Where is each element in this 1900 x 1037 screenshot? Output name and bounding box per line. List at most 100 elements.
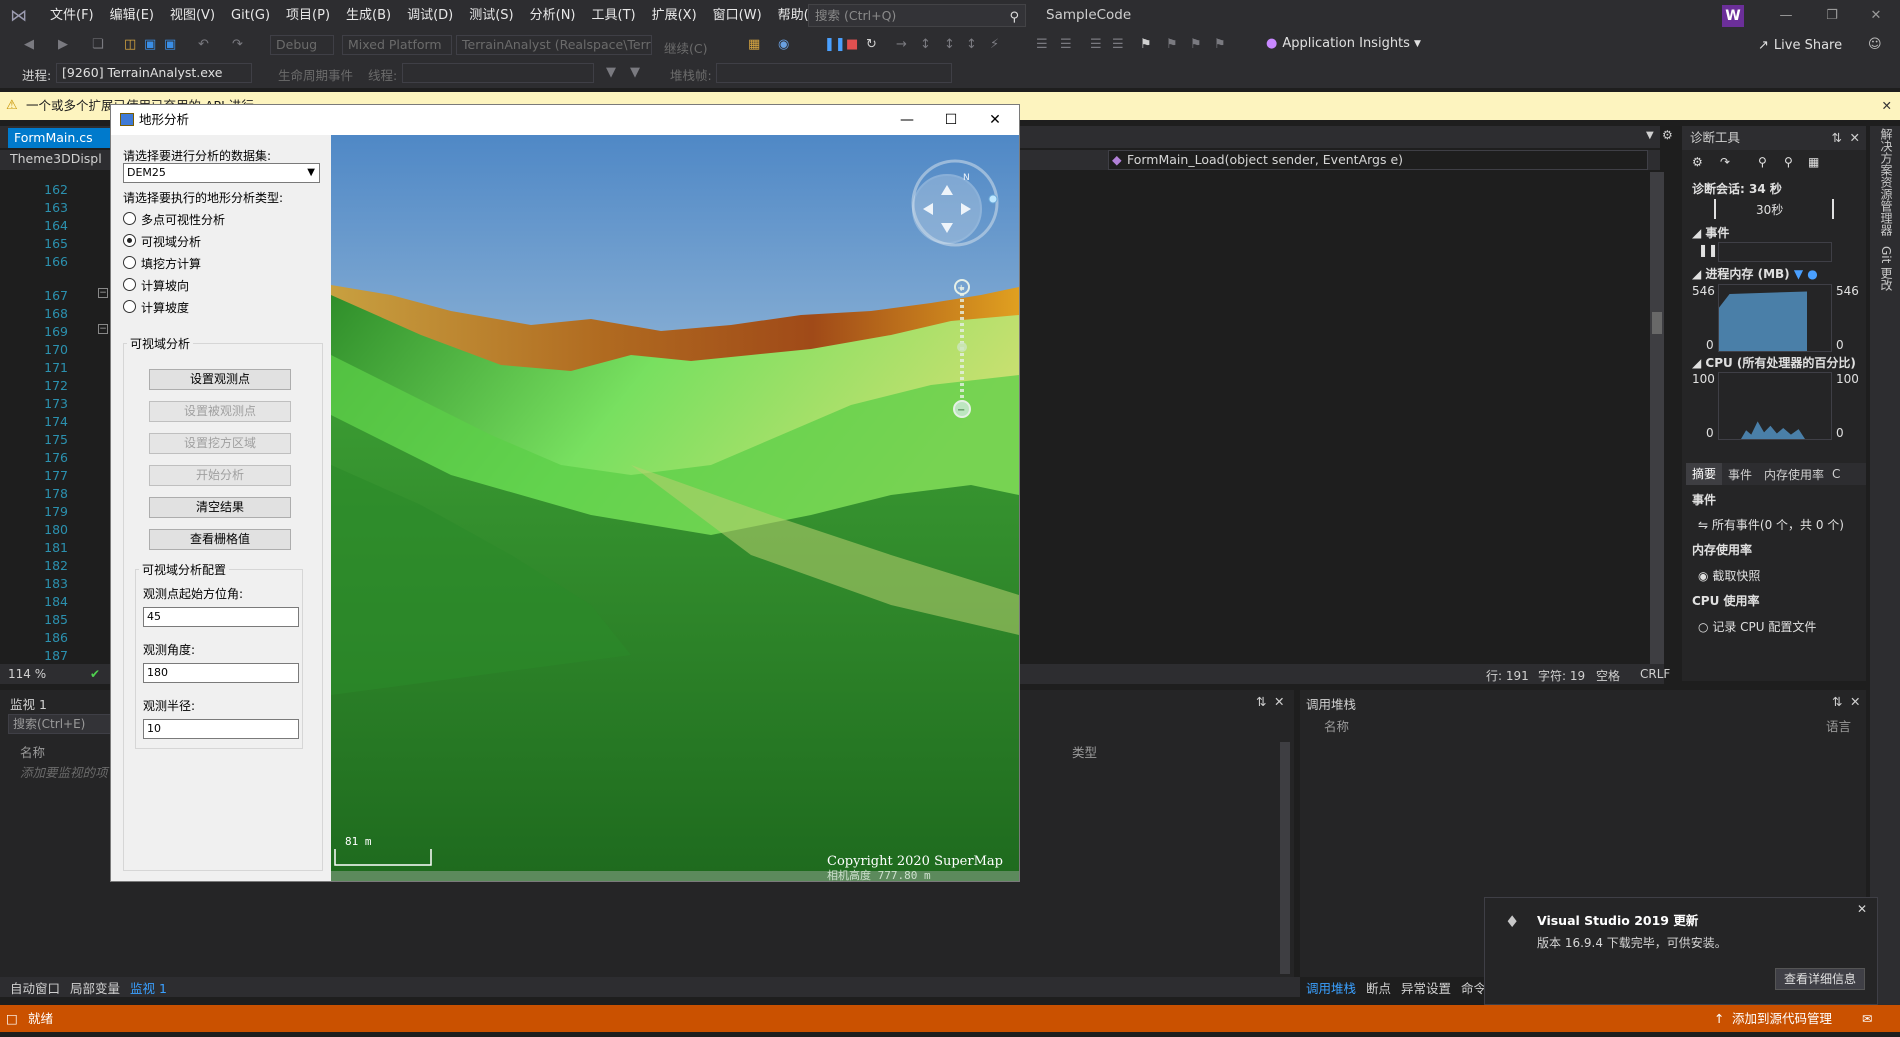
pin-icon[interactable]: ⇅ [1832, 694, 1842, 709]
menu-file[interactable]: 文件(F) [42, 0, 102, 31]
set-cut-region-button[interactable]: 设置挖方区域 [149, 433, 291, 454]
clear-results-button[interactable]: 清空结果 [149, 497, 291, 518]
gear-icon[interactable]: ⚙ [1662, 128, 1673, 142]
export-icon[interactable]: ↷ [1720, 155, 1730, 169]
stop-icon[interactable]: ■ [846, 37, 858, 52]
tab-exception-settings[interactable]: 异常设置 [1401, 978, 1451, 997]
thread-select[interactable] [402, 63, 594, 83]
menu-tools[interactable]: 工具(T) [584, 0, 644, 31]
source-control-button[interactable]: 添加到源代码管理 [1732, 1005, 1832, 1032]
angle-input[interactable]: 180 [143, 663, 299, 683]
menu-edit[interactable]: 编辑(E) [102, 0, 162, 31]
pause-icon[interactable]: ❚❚ [824, 37, 846, 52]
save-icon[interactable]: ▣ [144, 37, 156, 52]
azimuth-input[interactable]: 45 [143, 607, 299, 627]
close-icon[interactable]: ✕ [973, 105, 1017, 135]
zoom-level[interactable]: 114 % [8, 667, 46, 681]
dataset-select[interactable]: DEM25 ▼ [123, 163, 320, 183]
reset-view-icon[interactable]: ▦ [1808, 155, 1819, 169]
uncomment-icon[interactable]: ☰ [1112, 37, 1124, 52]
close-icon[interactable]: ✕ [1274, 694, 1284, 709]
undo-icon[interactable]: ↶ [198, 37, 209, 52]
comment-icon[interactable]: ☰ [1090, 37, 1102, 52]
view-details-button[interactable]: 查看详细信息 [1775, 968, 1865, 990]
watch-add-hint[interactable]: 添加要监视的项 [20, 762, 108, 781]
zoom-in-icon[interactable]: + [957, 283, 965, 294]
radio-multipoint-visibility[interactable] [123, 212, 136, 225]
next-bookmark-icon[interactable]: ⚑ [1190, 37, 1202, 52]
application-insights-button[interactable]: ● Application Insights ▼ [1266, 36, 1421, 51]
menu-test[interactable]: 测试(S) [461, 0, 521, 31]
zoom-in-icon[interactable]: ⚲ [1758, 155, 1767, 169]
close-icon[interactable]: ✕ [1850, 694, 1860, 709]
all-events-link[interactable]: ⇋ 所有事件(0 个，共 0 个) [1698, 516, 1844, 533]
filter-icon[interactable]: ▼ [606, 65, 616, 80]
editor-scrollbar[interactable] [1650, 172, 1664, 664]
hot-reload-icon[interactable]: ⚡ [990, 37, 999, 52]
tab-breakpoints[interactable]: 断点 [1366, 978, 1391, 997]
settings-icon[interactable]: ⚙ [1692, 155, 1703, 169]
redo-icon[interactable]: ↷ [232, 37, 243, 52]
restart-icon[interactable]: ↻ [866, 37, 877, 52]
tab-watch-1[interactable]: 监视 1 [130, 978, 167, 997]
debug-target-icon[interactable]: ▦ [748, 37, 760, 52]
menu-analyze[interactable]: 分析(N) [522, 0, 584, 31]
filter-clear-icon[interactable]: ▼ [630, 65, 640, 80]
show-next-statement-icon[interactable]: → [896, 37, 907, 52]
menu-window[interactable]: 窗口(W) [705, 0, 770, 31]
member-navigation[interactable]: ◆ FormMain_Load(object sender, EventArgs… [1108, 150, 1648, 170]
collapse-icon[interactable]: − [98, 288, 108, 298]
tab-locals[interactable]: 局部变量 [70, 978, 120, 997]
radio-viewshed[interactable] [123, 234, 136, 247]
open-folder-icon[interactable]: ◫ [124, 37, 136, 52]
terrain-3d-view[interactable]: N + − 81 m Copyright 2020 SuperMap 相机高度 … [331, 135, 1019, 881]
notifications-icon[interactable]: ✉ [1862, 1005, 1872, 1032]
radio-slope[interactable] [123, 300, 136, 313]
zoom-out-icon[interactable]: ⚲ [1784, 155, 1793, 169]
startup-project-select[interactable]: TerrainAnalyst (Realspace\Terra [456, 35, 652, 55]
live-share-button[interactable]: ↗ Live Share [1758, 38, 1842, 53]
close-icon[interactable]: ✕ [1850, 126, 1860, 150]
feedback-icon[interactable]: ☺ [1868, 37, 1882, 52]
watch-scrollbar[interactable] [1280, 742, 1290, 974]
start-analysis-button[interactable]: 开始分析 [149, 465, 291, 486]
close-icon[interactable]: ✕ [1882, 92, 1892, 120]
record-cpu-profile-button[interactable]: ○ 记录 CPU 配置文件 [1698, 618, 1816, 635]
set-target-button[interactable]: 设置被观测点 [149, 401, 291, 422]
maximize-icon[interactable]: ☐ [929, 105, 973, 135]
git-changes-tab[interactable]: Git 更改 [1878, 246, 1895, 291]
menu-view[interactable]: 视图(V) [162, 0, 223, 31]
tab-cpu[interactable]: C [1830, 467, 1842, 481]
close-icon[interactable]: ✕ [1856, 0, 1896, 31]
collapse-icon[interactable]: − [98, 324, 108, 334]
indent-icon[interactable]: ☰ [1060, 37, 1072, 52]
menu-debug[interactable]: 调试(D) [399, 0, 461, 31]
back-icon[interactable]: ◀ [24, 37, 34, 52]
type-navigation[interactable]: Theme3DDispl [10, 151, 102, 166]
pin-icon[interactable]: ⇅ [1256, 694, 1266, 709]
radius-input[interactable]: 10 [143, 719, 299, 739]
step-over-icon[interactable]: ↕ [944, 37, 955, 52]
set-observer-button[interactable]: 设置观测点 [149, 369, 291, 390]
lifecycle-events[interactable]: 生命周期事件 [278, 65, 353, 84]
minimize-icon[interactable]: — [885, 105, 929, 135]
prev-bookmark-icon[interactable]: ⚑ [1166, 37, 1178, 52]
menu-project[interactable]: 项目(P) [278, 0, 338, 31]
format-icon[interactable]: ☰ [1036, 37, 1048, 52]
radio-cut-fill[interactable] [123, 256, 136, 269]
view-raster-value-button[interactable]: 查看栅格值 [149, 529, 291, 550]
solution-explorer-tab[interactable]: 解决方案资源管理器 [1878, 128, 1895, 236]
forward-icon[interactable]: ▶ [58, 37, 68, 52]
tab-summary[interactable]: 摘要 [1686, 463, 1723, 485]
tab-memory-usage[interactable]: 内存使用率 [1758, 466, 1830, 483]
close-icon[interactable]: ✕ [1857, 902, 1867, 916]
tab-list-icon[interactable]: ▼ [1646, 130, 1654, 141]
timeline-ruler[interactable]: 30秒 [1714, 199, 1834, 219]
new-project-icon[interactable]: ❏ [92, 37, 104, 52]
radio-aspect[interactable] [123, 278, 136, 291]
step-out-icon[interactable]: ↕ [966, 37, 977, 52]
pin-icon[interactable]: ⇅ [1832, 126, 1842, 150]
account-avatar[interactable]: W [1722, 5, 1744, 27]
tab-formmain-cs[interactable]: FormMain.cs [8, 128, 118, 148]
tab-events[interactable]: 事件 [1722, 466, 1758, 483]
